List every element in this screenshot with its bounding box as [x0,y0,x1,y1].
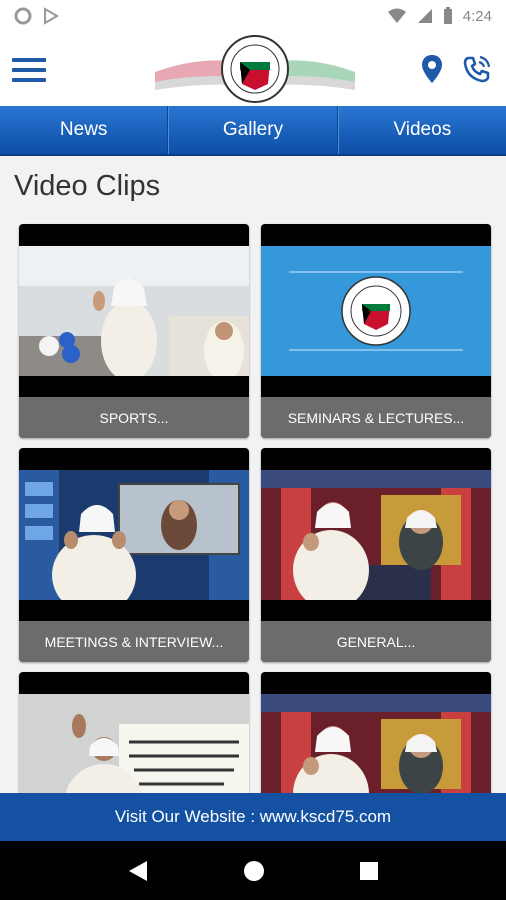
wifi-icon [387,8,406,23]
video-thumbnail [261,470,491,600]
back-icon[interactable] [127,859,149,883]
status-bar: 4:24 [0,0,506,32]
play-store-icon [44,7,59,25]
circle-notification-icon [14,7,32,25]
video-thumbnail [19,470,249,600]
clip-card-meetings[interactable]: MEETINGS & INTERVIEW... [19,448,249,662]
recents-icon[interactable] [359,861,379,881]
location-pin-icon[interactable] [420,54,444,84]
clip-label: GENERAL... [261,621,491,662]
video-thumbnail [261,246,491,376]
system-nav-bar [0,841,506,900]
signal-icon [417,9,432,23]
website-footer-link[interactable]: Visit Our Website : www.kscd75.com [0,793,506,841]
kscd-logo [155,35,355,103]
hamburger-menu-icon[interactable] [12,58,46,84]
clip-label: SPORTS... [19,397,249,438]
tab-gallery[interactable]: Gallery [168,106,338,154]
clip-label: MEETINGS & INTERVIEW... [19,621,249,662]
clip-card-seminars[interactable]: SEMINARS & LECTURES... [261,224,491,438]
tab-news[interactable]: News [0,106,169,154]
main-tabs: News Gallery Videos [0,106,506,156]
app-header [0,32,506,106]
clock: 4:24 [462,7,492,25]
clip-card-sports[interactable]: SPORTS... [19,224,249,438]
phone-icon[interactable] [462,54,492,84]
page-title: Video Clips [14,170,161,202]
clip-card-general[interactable]: GENERAL... [261,448,491,662]
clip-label: SEMINARS & LECTURES... [261,397,491,438]
home-icon[interactable] [242,859,266,883]
video-thumbnail [19,246,249,376]
tab-videos[interactable]: Videos [337,106,506,154]
battery-icon [443,7,452,24]
